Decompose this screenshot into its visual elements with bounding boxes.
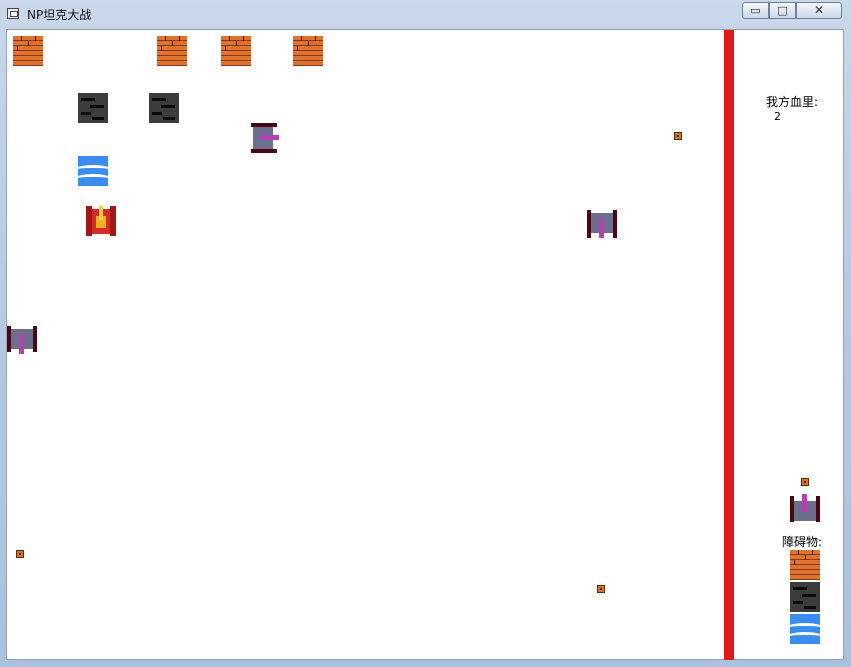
close-button[interactable]: ✕ (796, 2, 842, 19)
health-label: 我方血里: (766, 95, 819, 109)
steel-wall (78, 93, 108, 123)
enemy-tank (587, 210, 617, 240)
brick-wall (221, 36, 251, 66)
game-window: NP坦克大战 ▭ □ ✕ 我方血里: 2 障碍物: (0, 0, 851, 667)
game-canvas[interactable]: 我方血里: 2 障碍物: (6, 29, 844, 660)
enemy-tank (7, 326, 37, 356)
app-icon (7, 8, 19, 19)
player-tank (86, 206, 116, 236)
water-tile (78, 156, 108, 186)
steel-wall (149, 93, 179, 123)
maximize-button[interactable]: □ (769, 2, 796, 19)
enemy-tank (251, 123, 281, 153)
window-title: NP坦克大战 (27, 8, 92, 22)
bullet (597, 585, 605, 593)
legend-brick-icon (790, 550, 820, 580)
bullet (674, 132, 682, 140)
field-boundary-wall (724, 30, 734, 660)
brick-wall (157, 36, 187, 66)
obstacles-label: 障碍物: (782, 535, 823, 549)
bullet (801, 478, 809, 486)
minimize-button[interactable]: ▭ (742, 2, 769, 19)
title-bar[interactable]: NP坦克大战 ▭ □ ✕ (0, 0, 851, 28)
health-value: 2 (774, 110, 781, 123)
legend-steel-icon (790, 582, 820, 612)
legend-water-icon (790, 614, 820, 644)
brick-wall (293, 36, 323, 66)
brick-wall (13, 36, 43, 66)
bullet (16, 550, 24, 558)
hud-tank-icon (790, 494, 820, 524)
